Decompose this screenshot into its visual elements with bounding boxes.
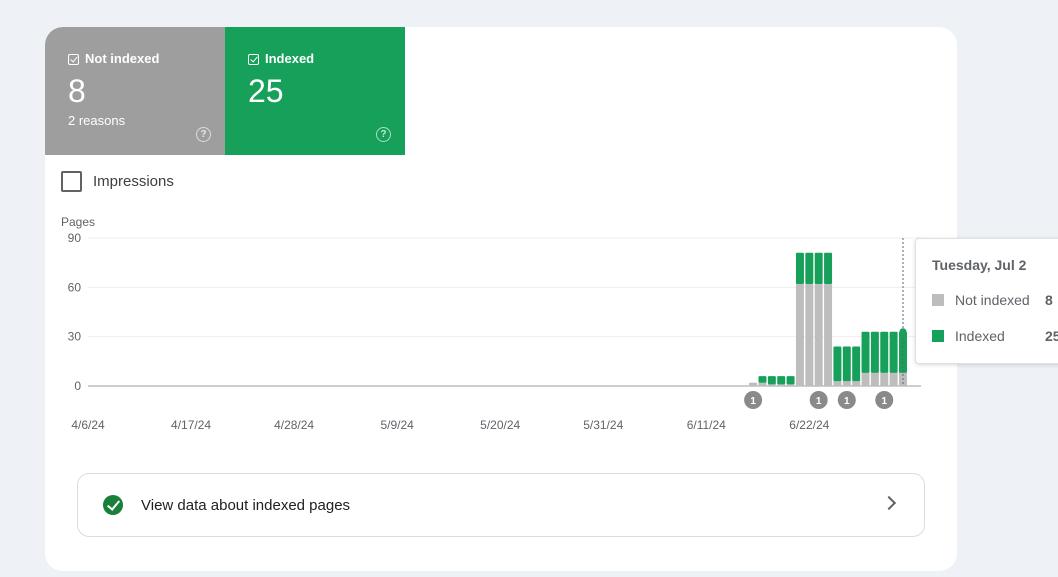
y-axis-label: Pages	[61, 215, 95, 229]
bar-indexed	[777, 376, 786, 385]
not-indexed-count: 8	[68, 73, 86, 109]
bar-indexed	[758, 376, 767, 383]
bar-indexed	[824, 252, 833, 285]
not-indexed-label: Not indexed	[85, 51, 160, 66]
x-tick-label: 6/22/24	[789, 418, 829, 432]
bar-not-indexed	[861, 372, 870, 386]
indexed-count: 25	[248, 73, 284, 109]
view-indexed-pages-label: View data about indexed pages	[141, 496, 351, 514]
y-tick-label: 0	[74, 379, 81, 393]
bar-indexed	[880, 331, 889, 373]
bar-not-indexed	[777, 384, 786, 386]
impressions-label: Impressions	[93, 173, 174, 190]
y-tick-label: 90	[68, 231, 82, 245]
bar-not-indexed	[889, 372, 898, 386]
annotation-label: 1	[881, 396, 887, 407]
annotation-label: 1	[750, 396, 756, 407]
indexed-label: Indexed	[265, 51, 315, 66]
x-tick-label: 4/28/24	[274, 418, 314, 432]
tooltip-label: Not indexed	[955, 292, 1030, 308]
bar-not-indexed	[786, 384, 795, 386]
chevron-right-icon	[881, 495, 897, 511]
tooltip-value: 25	[1045, 328, 1058, 344]
y-tick-label: 60	[68, 280, 82, 294]
legend-swatch	[932, 294, 944, 306]
bar-indexed	[861, 331, 870, 373]
checkbox-icon[interactable]	[248, 53, 259, 65]
help-icon[interactable]: ?	[376, 127, 391, 142]
impressions-toggle[interactable]: Impressions	[61, 171, 174, 192]
bar-not-indexed	[805, 284, 814, 386]
bar-indexed	[842, 346, 851, 382]
x-tick-label: 5/20/24	[480, 418, 520, 432]
check-circle-icon	[103, 495, 123, 515]
bar-not-indexed	[758, 382, 767, 386]
bar-not-indexed	[767, 384, 776, 386]
bar-not-indexed	[833, 381, 842, 386]
tooltip-row-not-indexed: Not indexed 8	[932, 292, 1053, 308]
x-tick-label: 4/17/24	[171, 418, 211, 432]
bar-not-indexed	[870, 372, 879, 386]
help-icon[interactable]: ?	[196, 127, 211, 142]
not-indexed-tile[interactable]: Not indexed 8 2 reasons ?	[45, 27, 225, 155]
legend-swatch	[932, 330, 944, 342]
y-tick-label: 30	[68, 330, 82, 344]
indexed-tile[interactable]: Indexed 25 ?	[225, 27, 405, 155]
bar-not-indexed	[842, 381, 851, 386]
annotation-label: 1	[844, 396, 850, 407]
bar-indexed	[889, 331, 898, 373]
tooltip-date: Tuesday, Jul 2	[932, 257, 1027, 273]
checkbox-icon[interactable]	[68, 53, 79, 65]
bar-indexed	[833, 346, 842, 382]
not-indexed-reasons: 2 reasons	[68, 113, 126, 128]
bar-not-indexed	[814, 284, 823, 386]
x-tick-label: 5/9/24	[380, 418, 414, 432]
x-tick-label: 6/11/24	[687, 418, 726, 432]
bar-indexed	[814, 252, 823, 285]
annotation-label: 1	[816, 396, 822, 407]
chart-tooltip: Tuesday, Jul 2 Not indexed 8 Indexed 25	[915, 238, 1058, 364]
bar-indexed	[805, 252, 814, 285]
impressions-checkbox[interactable]	[61, 171, 82, 192]
x-tick-label: 4/6/24	[71, 418, 105, 432]
index-coverage-card: Not indexed 8 2 reasons ? Indexed 25 ? I…	[45, 27, 957, 571]
bar-not-indexed	[880, 372, 889, 386]
bar-not-indexed	[795, 284, 804, 386]
tooltip-row-indexed: Indexed 25	[932, 328, 1058, 344]
bar-indexed	[795, 252, 804, 285]
bar-indexed	[870, 331, 879, 373]
bar-indexed	[786, 376, 795, 385]
view-indexed-pages-button[interactable]: View data about indexed pages	[77, 473, 925, 537]
hover-point	[899, 328, 907, 336]
tooltip-value: 8	[1045, 292, 1053, 308]
bar-indexed	[852, 346, 861, 382]
pages-chart[interactable]: Pages 90 60 30 0 4/6/24 4/17/24 4/28/24 5/9/24 5/…	[45, 207, 957, 467]
bar-indexed	[767, 376, 776, 385]
bar-not-indexed	[824, 284, 833, 386]
bar-not-indexed	[749, 382, 758, 386]
x-tick-label: 5/31/24	[583, 418, 623, 432]
tooltip-label: Indexed	[955, 328, 1005, 344]
bar-not-indexed	[852, 381, 861, 386]
